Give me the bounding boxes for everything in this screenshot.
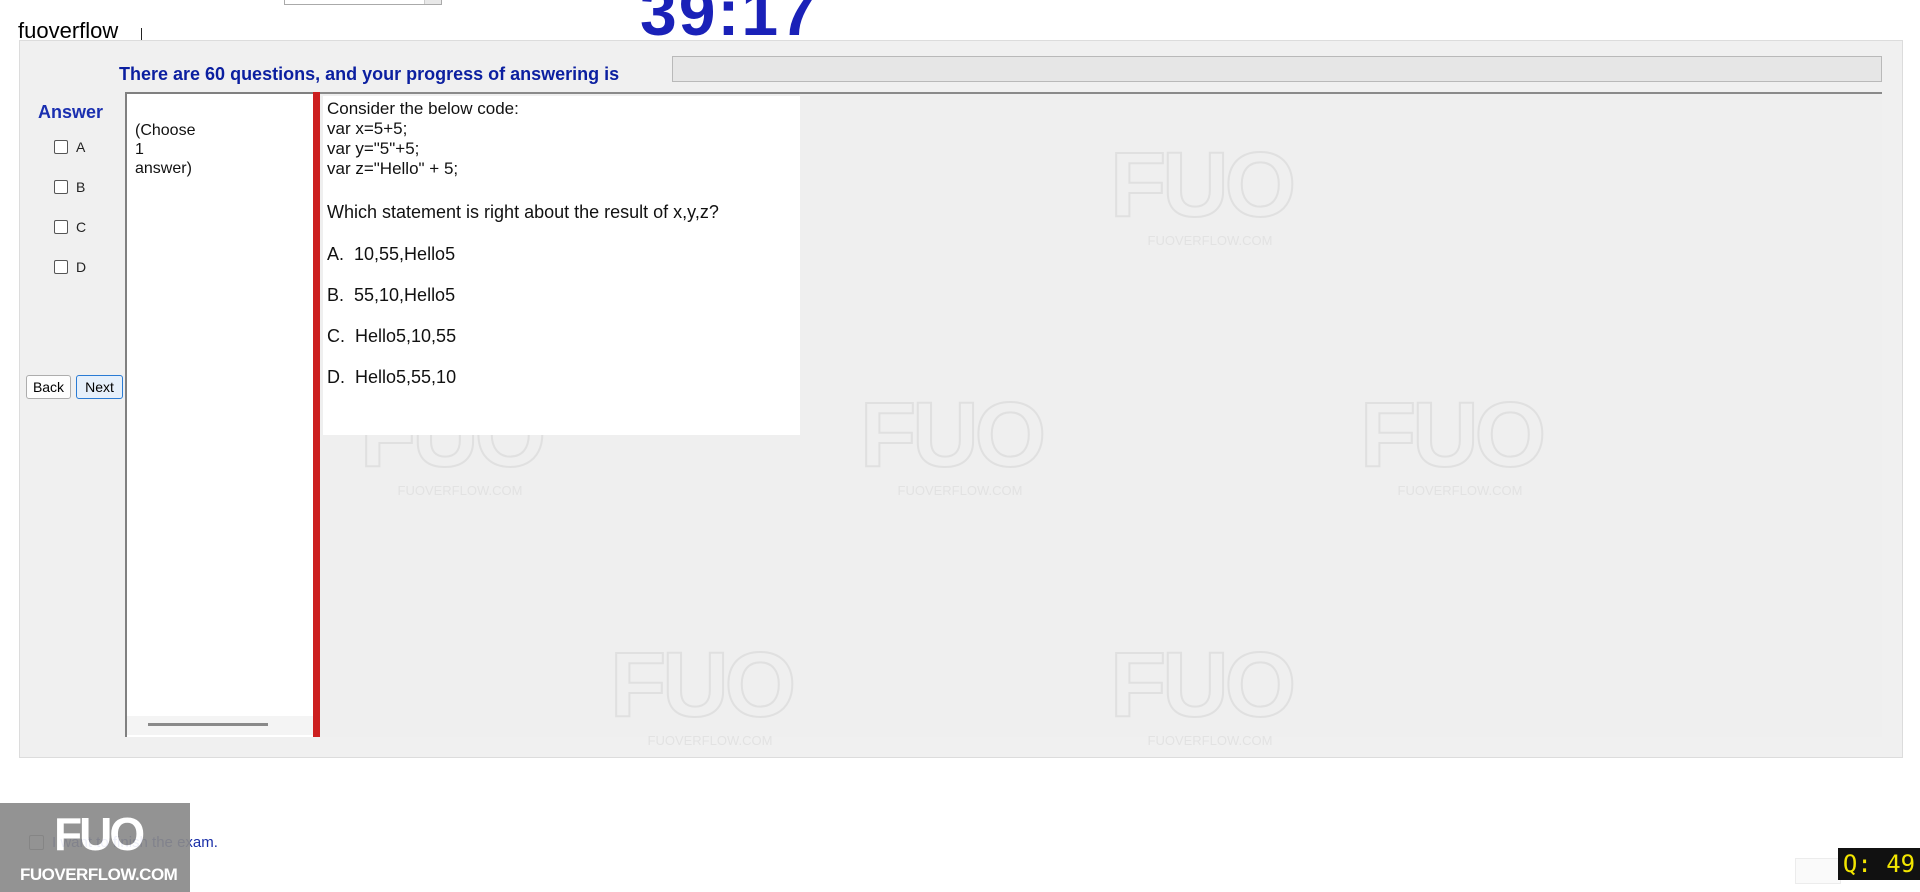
watermark: FUOFUOVERFLOW.COM xyxy=(1359,384,1547,498)
option-c[interactable]: C xyxy=(54,218,86,236)
choose-hint: (Choose 1 answer) xyxy=(135,121,245,178)
choose-hint-line: answer) xyxy=(135,160,192,177)
checkbox-c[interactable] xyxy=(54,220,68,234)
question-prompt: Which statement is right about the resul… xyxy=(327,202,719,222)
panel-splitter[interactable] xyxy=(313,92,320,737)
watermark: FUOFUOVERFLOW.COM xyxy=(1109,134,1297,248)
choice-text: C. Hello5,10,55 xyxy=(327,326,457,346)
choice-text: D. Hello5,55,10 xyxy=(327,367,457,387)
logo-site: FUOVERFLOW.COM xyxy=(20,865,178,884)
answer-title: Answer xyxy=(38,102,104,122)
instruction-panel xyxy=(125,92,317,737)
horizontal-scrollbar-thumb[interactable] xyxy=(148,723,268,726)
option-a[interactable]: A xyxy=(54,138,85,156)
choice-text: A. 10,55,Hello5 xyxy=(327,244,456,264)
option-b[interactable]: B xyxy=(54,178,85,196)
question-intro: Consider the below code: xyxy=(327,99,519,118)
code-line: var x=5+5; xyxy=(327,119,408,138)
code-line: var y="5"+5; xyxy=(327,139,420,158)
fuoverflow-logo: FUO FUOVERFLOW.COM xyxy=(0,803,190,892)
question-counter-badge: Q: 49 xyxy=(1838,848,1920,880)
option-b-label: B xyxy=(76,179,86,195)
chevron-down-icon[interactable] xyxy=(424,0,441,4)
checkbox-d[interactable] xyxy=(54,260,68,274)
option-d[interactable]: D xyxy=(54,258,86,276)
choose-hint-line: 1 xyxy=(135,141,144,158)
watermark: FUOFUOVERFLOW.COM xyxy=(609,634,797,748)
logo-mark: FUO xyxy=(54,808,145,860)
option-c-label: C xyxy=(76,219,87,235)
watermark: FUOFUOVERFLOW.COM xyxy=(859,384,1047,498)
checkbox-b[interactable] xyxy=(54,180,68,194)
choice-text: B. 55,10,Hello5 xyxy=(327,285,456,305)
option-d-label: D xyxy=(76,259,87,275)
next-button[interactable]: Next xyxy=(76,375,123,399)
checkbox-a[interactable] xyxy=(54,140,68,154)
watermark: FUOFUOVERFLOW.COM xyxy=(1109,634,1297,748)
option-a-label: A xyxy=(76,139,86,155)
choose-hint-line: (Choose xyxy=(135,122,196,139)
top-dropdown[interactable] xyxy=(284,0,442,5)
progress-bar xyxy=(672,56,1882,82)
small-button[interactable] xyxy=(1795,858,1841,884)
back-button[interactable]: Back xyxy=(26,375,71,399)
progress-label: There are 60 questions, and your progres… xyxy=(119,64,620,84)
code-line: var z="Hello" + 5; xyxy=(327,159,459,178)
